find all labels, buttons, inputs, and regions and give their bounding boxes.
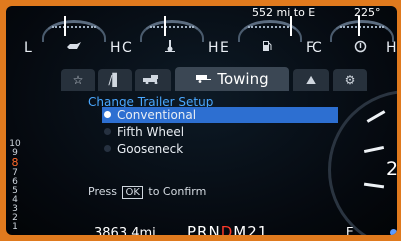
- gauge-ticks: [340, 26, 384, 34]
- gauge-high-label: H: [110, 40, 121, 56]
- rpm-scale-number: 1: [12, 222, 18, 232]
- photo-border: L H C H 552 mi to E E F 225° C H ☆ /▌ To…: [0, 0, 401, 241]
- option-label: Gooseneck: [117, 142, 184, 156]
- gauge-ticks: [150, 26, 194, 34]
- gauge-low-label: L: [24, 40, 32, 56]
- tab-towing-label: Towing: [217, 70, 269, 88]
- gear-prn: PRN: [187, 223, 221, 235]
- gauge-needle: [290, 16, 292, 36]
- odometer: 3863.4mi: [94, 226, 156, 235]
- speedo-numeral: 2: [386, 158, 397, 180]
- tab-towing[interactable]: Towing: [175, 67, 289, 91]
- tab-settings[interactable]: ⚙: [333, 69, 367, 91]
- oil-can-icon: [66, 40, 82, 55]
- rpm-scale-number-current: 8: [11, 156, 19, 169]
- gauge-needle: [164, 16, 166, 36]
- truck-icon: [143, 73, 163, 87]
- trans-temp-gauge: 225° C H: [312, 6, 397, 58]
- tab-truck-apps[interactable]: [135, 69, 171, 91]
- trailer-icon: [195, 67, 212, 89]
- road-icon: /▌: [108, 73, 122, 87]
- tab-offroad[interactable]: ⛰: [293, 69, 329, 91]
- oil-temp-gauge: L H: [24, 16, 124, 58]
- option-gooseneck[interactable]: Gooseneck: [102, 141, 338, 157]
- gauge-low-label: E: [220, 40, 229, 56]
- tab-favorites[interactable]: ☆: [61, 69, 95, 91]
- settings-icon: ⚙: [344, 73, 356, 87]
- star-icon: ☆: [72, 73, 84, 87]
- ok-key-label: OK: [122, 186, 143, 199]
- gauge-high-label: H: [208, 40, 219, 56]
- gauge-needle: [358, 16, 360, 36]
- indicator-dot: [390, 229, 397, 235]
- radio-icon: [104, 145, 111, 152]
- fuel-gauge: 552 mi to E E F: [220, 6, 320, 58]
- confirm-hint: Press OK to Confirm: [88, 185, 206, 199]
- option-label: Fifth Wheel: [117, 125, 185, 139]
- gear-mode: M21: [233, 223, 269, 235]
- gear-temp-icon: [354, 40, 367, 57]
- option-label: Conventional: [117, 108, 197, 122]
- fuel-range-readout: 552 mi to E: [252, 6, 316, 19]
- gauge-needle: [64, 16, 66, 36]
- tab-trip[interactable]: /▌: [98, 69, 132, 91]
- gear-indicator: PRNDM21: [187, 223, 268, 235]
- option-fifth-wheel[interactable]: Fifth Wheel: [102, 124, 338, 140]
- speedo-low-mark: E: [346, 225, 354, 235]
- gauge-ticks: [248, 26, 292, 34]
- gauge-ticks: [52, 26, 96, 34]
- radio-icon: [104, 128, 111, 135]
- coolant-temp-gauge: C H: [122, 16, 222, 58]
- thermometer-icon: [164, 40, 176, 56]
- offroad-icon: ⛰: [305, 73, 317, 87]
- gauge-low-label: C: [122, 40, 132, 56]
- menu-tab-bar: ☆ /▌ Towing ⛰ ⚙: [41, 67, 371, 91]
- confirm-prefix: Press: [88, 185, 117, 198]
- fuel-pump-icon: [262, 40, 272, 56]
- radio-selected-icon: [104, 111, 111, 118]
- instrument-cluster-display: L H C H 552 mi to E E F 225° C H ☆ /▌ To…: [6, 6, 397, 235]
- gear-drive-active: D: [220, 223, 234, 235]
- gauge-high-label: H: [386, 40, 397, 56]
- confirm-suffix: to Confirm: [148, 185, 207, 198]
- option-conventional[interactable]: Conventional: [102, 107, 338, 123]
- gauge-low-label: C: [312, 40, 322, 56]
